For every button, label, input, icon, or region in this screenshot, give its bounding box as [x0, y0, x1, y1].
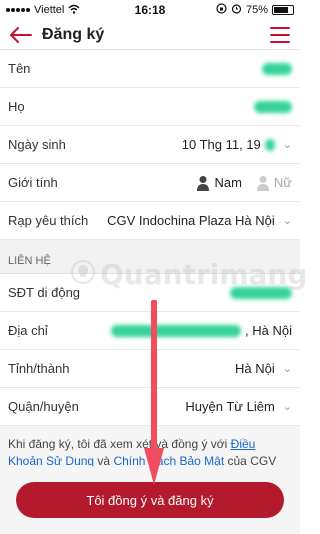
last-name-row[interactable]: Họ	[0, 88, 300, 126]
alarm-icon	[231, 3, 242, 17]
terms-prefix: Khi đăng ký, tôi đã xem xét và đồng ý vớ…	[8, 437, 231, 451]
dob-year-redacted	[264, 138, 275, 151]
battery-icon	[272, 5, 294, 15]
lock-rotation-icon	[216, 3, 227, 17]
first-name-value-redacted[interactable]	[262, 62, 292, 75]
gender-male-option[interactable]: Nam	[196, 175, 242, 191]
page-title: Đăng ký	[42, 25, 105, 43]
clock: 16:18	[134, 3, 166, 17]
dob-value: 10 Thg 11, 19	[181, 137, 261, 152]
arrow-left-icon[interactable]	[10, 24, 32, 46]
chevron-down-icon: ⌄	[282, 139, 292, 151]
favorite-theater-value: CGV Indochina Plaza Hà Nội	[107, 213, 275, 228]
wifi-icon	[68, 4, 80, 17]
district-label: Quận/huyện	[8, 399, 79, 414]
person-icon	[256, 175, 270, 191]
favorite-theater-label: Rạp yêu thích	[8, 213, 89, 228]
gender-female-option[interactable]: Nữ	[256, 175, 292, 191]
contact-section-header: LIÊN HỆ	[0, 240, 300, 274]
gender-row: Giới tính Nam Nữ	[0, 164, 300, 202]
agree-and-register-button[interactable]: Tôi đồng ý và đăng ký	[16, 482, 284, 518]
carrier-label: Viettel	[34, 4, 65, 16]
chevron-down-icon: ⌄	[282, 363, 292, 375]
annotation-arrow-icon	[144, 300, 164, 485]
favorite-theater-row[interactable]: Rạp yêu thích CGV Indochina Plaza Hà Nội…	[0, 202, 300, 240]
address-city: , Hà Nội	[245, 323, 292, 338]
hamburger-menu-icon[interactable]	[270, 26, 290, 43]
battery-percent: 75%	[245, 4, 268, 16]
province-label: Tỉnh/thành	[8, 361, 70, 376]
first-name-row[interactable]: Tên	[0, 50, 300, 88]
gender-label: Giới tính	[8, 175, 58, 190]
chevron-down-icon: ⌄	[282, 215, 292, 227]
address-label: Địa chỉ	[8, 323, 48, 338]
phone-label: SĐT di động	[8, 285, 81, 300]
address-value-redacted[interactable]	[111, 324, 242, 337]
status-bar: Viettel 16:18 75%	[0, 0, 300, 20]
district-value: Huyện Từ Liêm	[185, 399, 275, 414]
first-name-label: Tên	[8, 61, 31, 76]
signal-icon	[6, 8, 30, 12]
province-value: Hà Nội	[235, 361, 275, 376]
phone-value-redacted[interactable]	[230, 286, 292, 299]
last-name-value-redacted[interactable]	[254, 100, 292, 113]
gender-female-label: Nữ	[273, 175, 292, 190]
last-name-label: Họ	[8, 99, 25, 114]
dob-label: Ngày sinh	[8, 137, 66, 152]
nav-bar: Đăng ký	[0, 20, 300, 50]
dob-row[interactable]: Ngày sinh 10 Thg 11, 19 ⌄	[0, 126, 300, 164]
chevron-down-icon: ⌄	[282, 401, 292, 413]
gender-male-label: Nam	[214, 175, 242, 190]
person-icon	[196, 175, 210, 191]
